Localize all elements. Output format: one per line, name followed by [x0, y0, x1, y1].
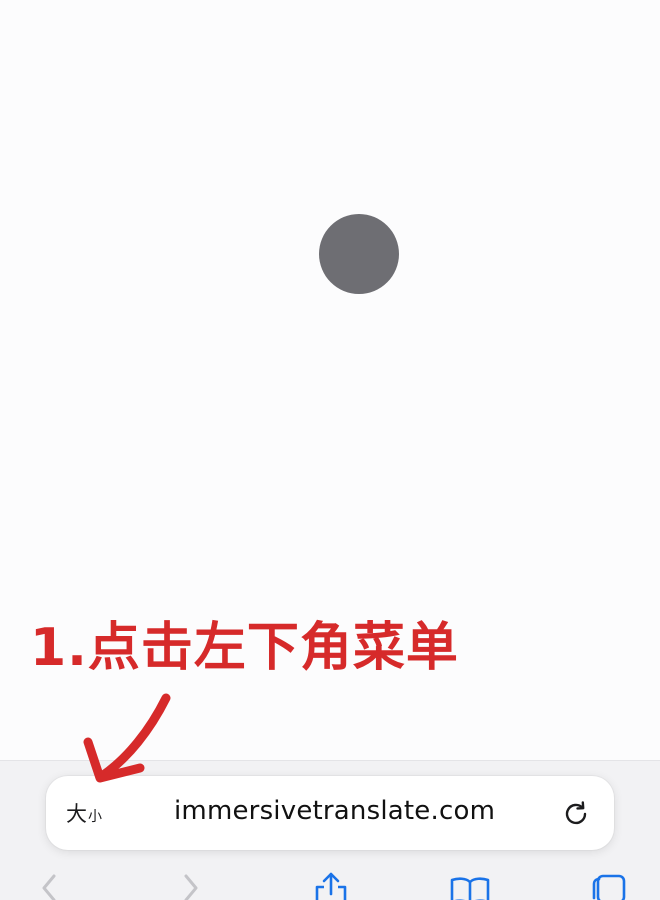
- text-size-large-glyph: 大: [66, 802, 87, 826]
- address-bar[interactable]: 大 小 immersivetranslate.com: [46, 776, 614, 850]
- bookmarks-icon[interactable]: [448, 870, 492, 900]
- share-icon[interactable]: [309, 870, 353, 900]
- page-settings-button[interactable]: 大 小: [66, 798, 102, 828]
- text-size-small-glyph: 小: [88, 809, 102, 825]
- loading-indicator: [319, 214, 399, 294]
- tabs-icon[interactable]: [588, 870, 632, 900]
- instruction-text: 1.点击左下角菜单: [30, 618, 459, 678]
- back-icon[interactable]: [28, 870, 72, 900]
- url-text[interactable]: immersivetranslate.com: [174, 796, 495, 826]
- forward-icon[interactable]: [168, 870, 212, 900]
- reload-icon[interactable]: [560, 798, 592, 830]
